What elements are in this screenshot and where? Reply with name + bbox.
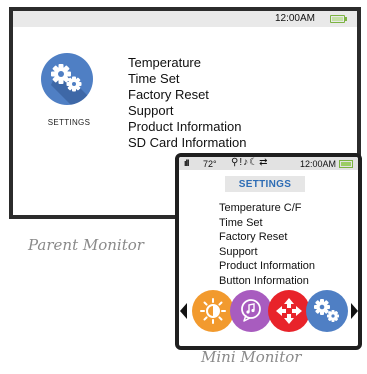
mini-settings-menu: Temperature C/F Time Set Factory Reset S…: [219, 201, 315, 288]
settings-label: SETTINGS: [47, 118, 91, 127]
menu-item-support[interactable]: Support: [128, 103, 247, 119]
menu-item-time-set[interactable]: Time Set: [128, 71, 247, 87]
status-time: 12:00AM: [299, 159, 336, 169]
settings-icon[interactable]: [41, 53, 93, 105]
status-bar: 12:00AM: [13, 11, 357, 27]
settings-icon[interactable]: [306, 290, 348, 332]
status-icons: ⚲!♪☾⇄: [231, 157, 269, 168]
status-temperature: 72°: [203, 159, 217, 169]
status-time: 12:00AM: [274, 13, 315, 24]
battery-icon: [339, 160, 353, 168]
menu-item-support[interactable]: Support: [219, 245, 315, 260]
page-title: SETTINGS: [238, 179, 292, 190]
mini-status-bar: ıll 72° ⚲!♪☾⇄ 12:00AM: [179, 157, 358, 170]
menu-item-product-information[interactable]: Product Information: [219, 259, 315, 274]
pan-tilt-icon[interactable]: [268, 290, 310, 332]
brightness-icon[interactable]: [192, 290, 234, 332]
icon-carousel: [179, 290, 358, 334]
menu-item-button-information[interactable]: Button Information: [219, 274, 315, 289]
arrow-right-icon[interactable]: [351, 303, 358, 319]
menu-item-temperature-cf[interactable]: Temperature C/F: [219, 201, 315, 216]
mini-monitor-caption: Mini Monitor: [201, 348, 302, 366]
arrow-left-icon[interactable]: [180, 303, 187, 319]
settings-menu: Temperature Time Set Factory Reset Suppo…: [128, 55, 247, 151]
menu-item-sd-card-information[interactable]: SD Card Information: [128, 135, 247, 151]
title-box: SETTINGS: [225, 176, 305, 192]
parent-monitor-caption: Parent Monitor: [28, 236, 144, 254]
battery-icon: [330, 15, 347, 23]
menu-item-temperature[interactable]: Temperature: [128, 55, 247, 71]
signal-icon: ıll: [184, 158, 189, 168]
menu-item-factory-reset[interactable]: Factory Reset: [219, 230, 315, 245]
lullaby-icon[interactable]: [230, 290, 272, 332]
mini-monitor-screen: ıll 72° ⚲!♪☾⇄ 12:00AM SETTINGS Temperatu…: [175, 153, 362, 350]
menu-item-product-information[interactable]: Product Information: [128, 119, 247, 135]
menu-item-factory-reset[interactable]: Factory Reset: [128, 87, 247, 103]
menu-item-time-set[interactable]: Time Set: [219, 216, 315, 231]
